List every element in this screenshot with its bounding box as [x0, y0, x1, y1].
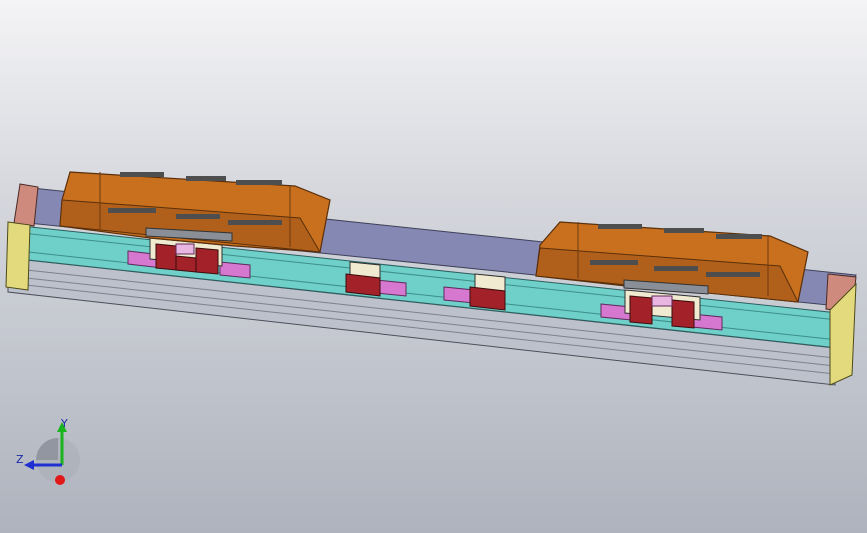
x-axis-dot: [55, 475, 65, 485]
bearing-block-mid-2[interactable]: [469, 273, 506, 311]
y-axis-label: Y: [61, 417, 68, 430]
linear-module-model[interactable]: [0, 0, 867, 533]
z-axis-label: Z: [16, 453, 24, 466]
left-end-cap[interactable]: [5, 221, 31, 291]
graphics-viewport[interactable]: Y Z: [0, 0, 867, 533]
z-axis-arrow: [24, 460, 34, 470]
left-end-plate[interactable]: [13, 183, 39, 227]
bearing-block-mid-1[interactable]: [345, 261, 381, 297]
